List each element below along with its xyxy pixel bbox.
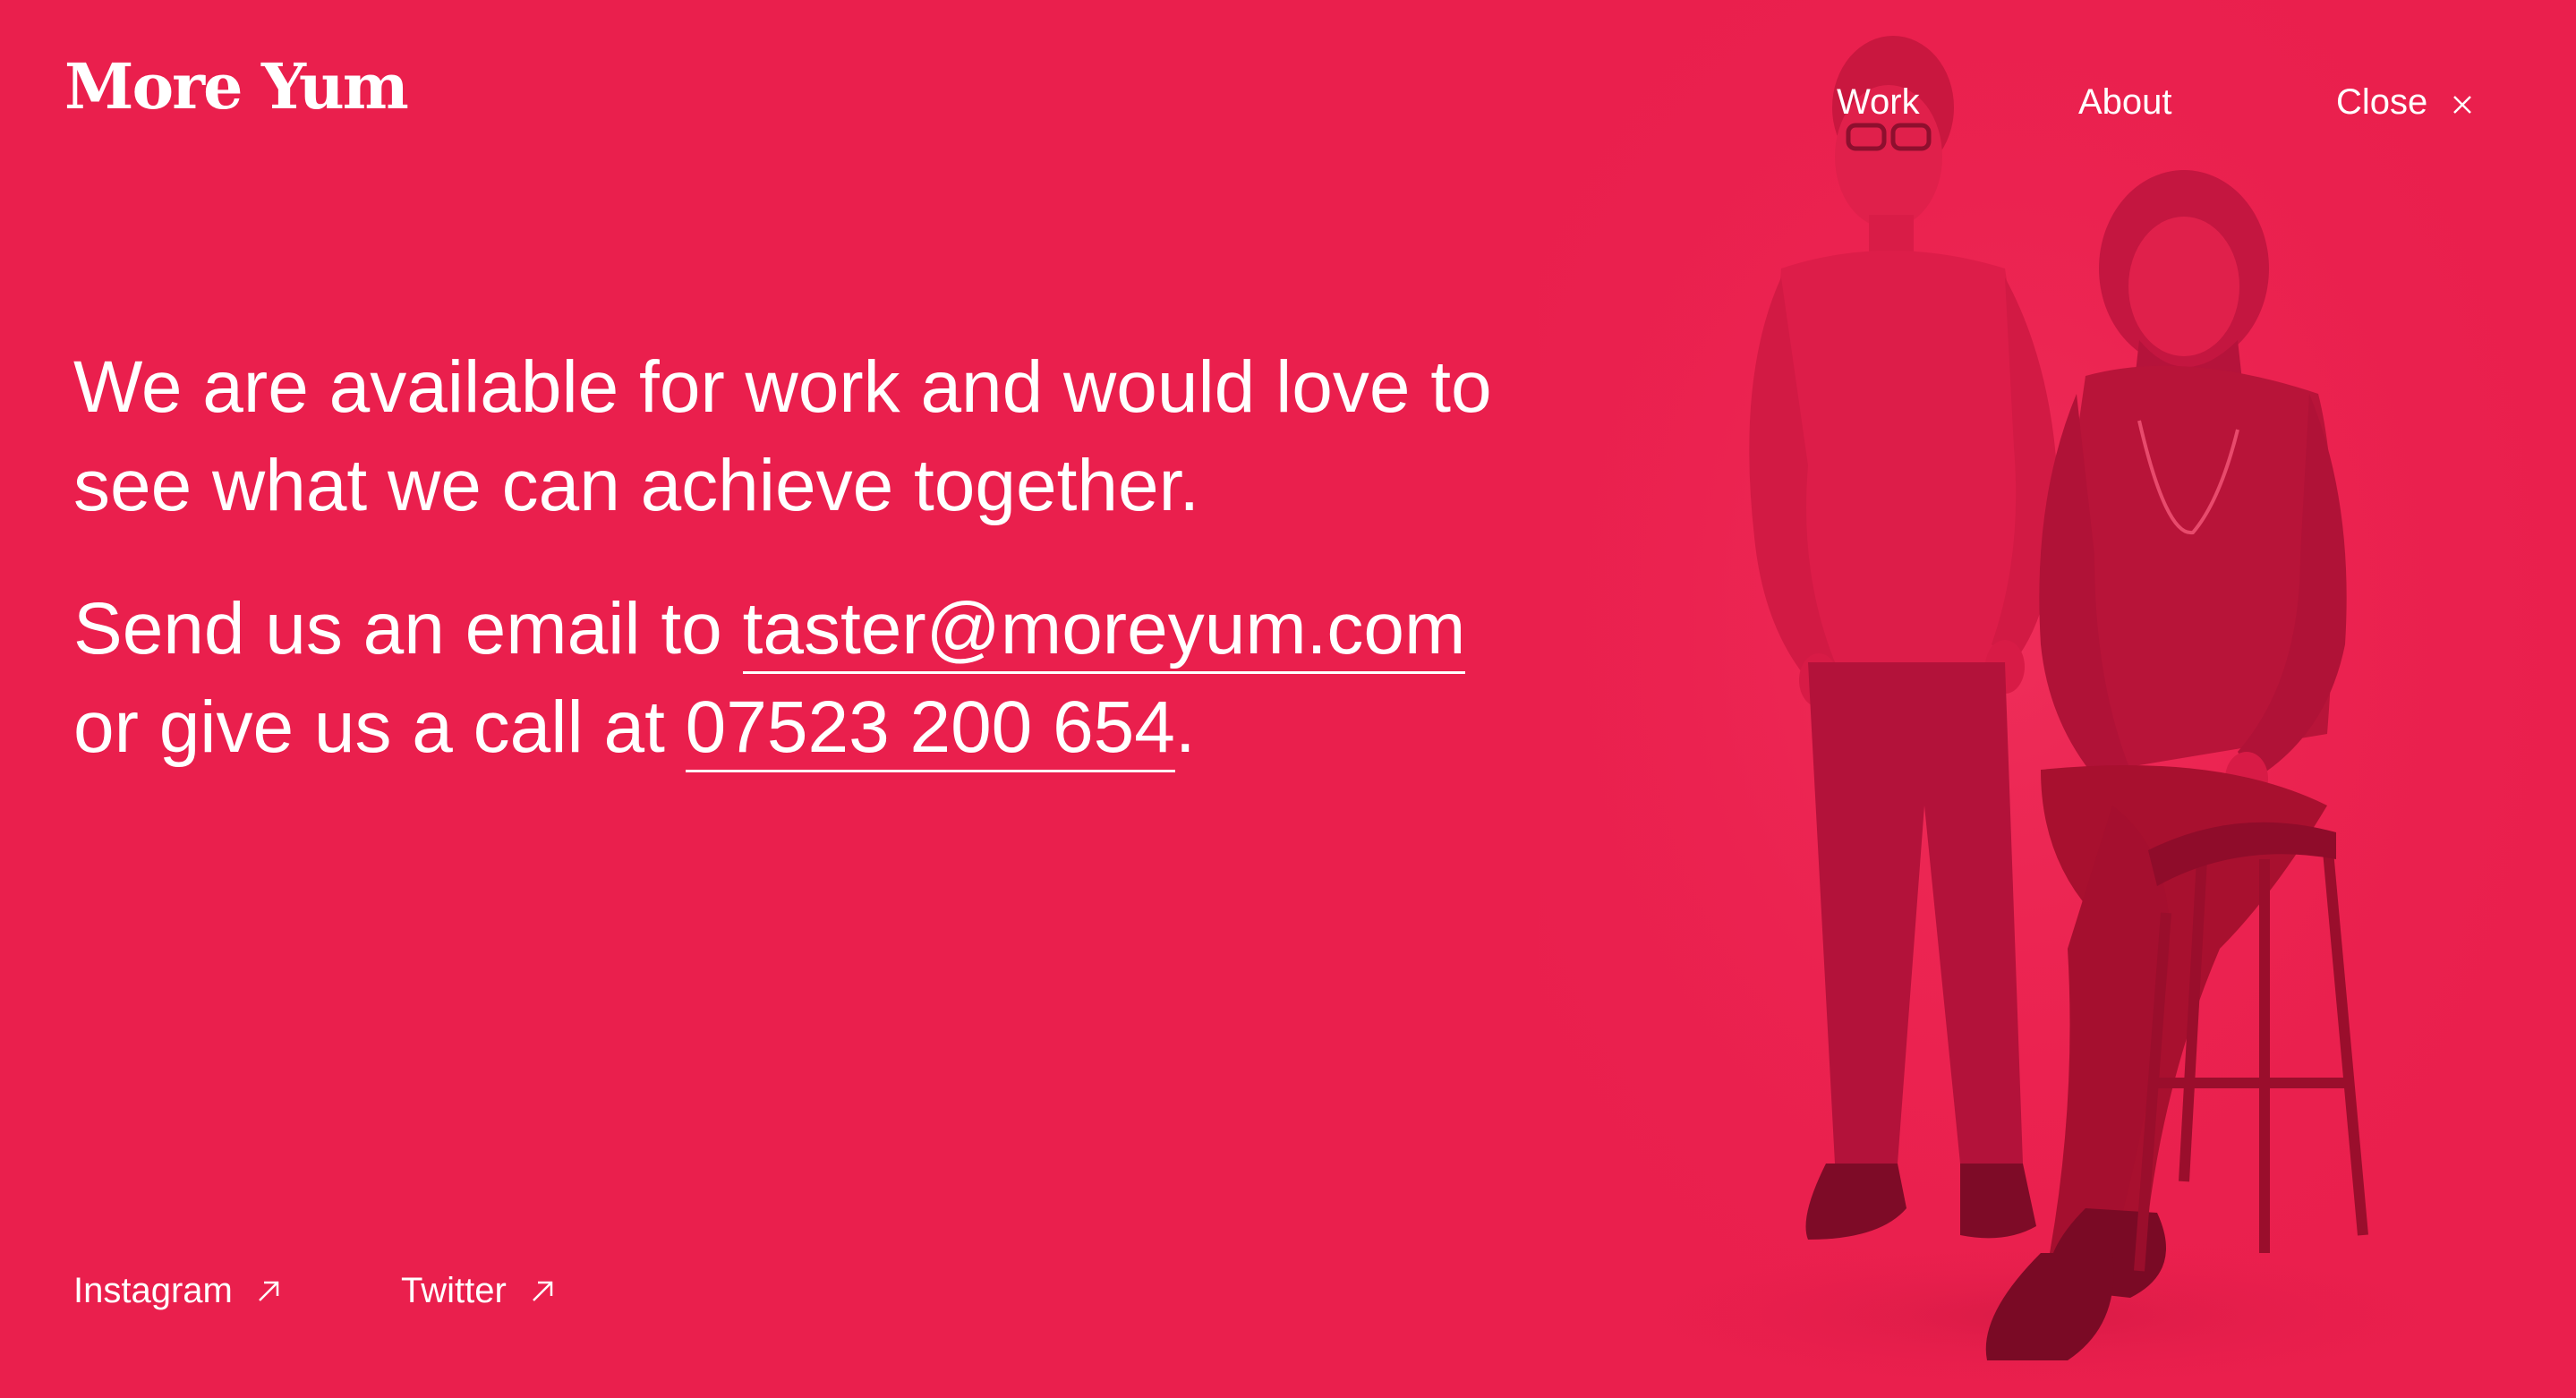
close-button[interactable]: Close bbox=[2336, 82, 2472, 123]
contact-overlay: More Yum Work About Close We are availab… bbox=[0, 0, 2576, 1398]
email-prefix: Send us an email to bbox=[73, 588, 743, 669]
instagram-label: Instagram bbox=[73, 1271, 233, 1310]
nav-item-about[interactable]: About bbox=[2078, 82, 2172, 123]
close-icon bbox=[2452, 95, 2472, 115]
contact-text: Send us an email to taster@moreyum.com or… bbox=[73, 580, 1631, 777]
team-photo bbox=[1540, 0, 2576, 1398]
email-link[interactable]: taster@moreyum.com bbox=[742, 588, 1466, 674]
phone-link[interactable]: 07523 200 654 bbox=[685, 686, 1175, 772]
phone-suffix: . bbox=[1174, 686, 1196, 768]
phone-prefix: or give us a call at bbox=[73, 686, 686, 768]
twitter-label: Twitter bbox=[401, 1271, 507, 1310]
social-links: Instagram Twitter bbox=[0, 1271, 806, 1325]
twitter-link[interactable]: Twitter bbox=[401, 1271, 555, 1311]
intro-text: We are available for work and would love… bbox=[73, 346, 1492, 526]
instagram-link[interactable]: Instagram bbox=[73, 1271, 281, 1311]
arrow-up-right-icon bbox=[530, 1279, 555, 1304]
close-label: Close bbox=[2336, 82, 2428, 122]
nav-item-work[interactable]: Work bbox=[1837, 82, 1920, 123]
main-nav: Work About Close bbox=[0, 82, 2576, 127]
arrow-up-right-icon bbox=[256, 1279, 281, 1304]
